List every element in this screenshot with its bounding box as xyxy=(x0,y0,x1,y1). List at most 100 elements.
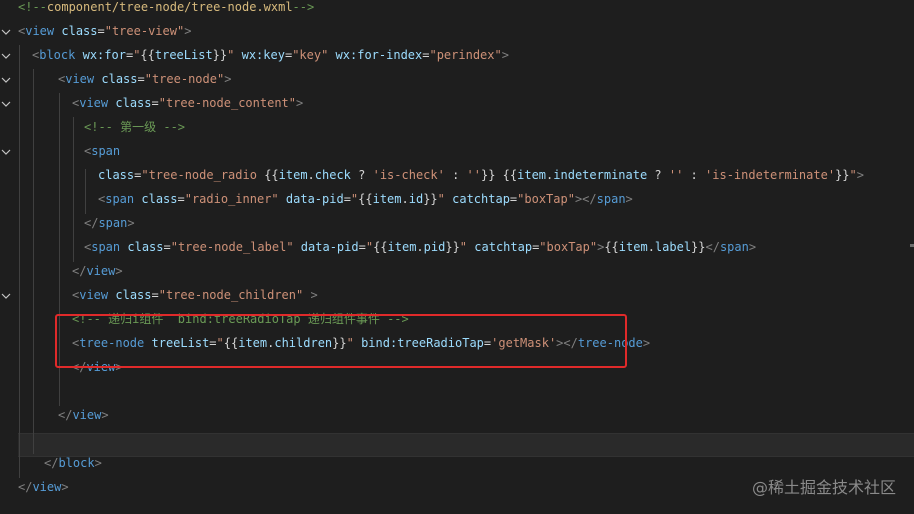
code-token: {{ xyxy=(358,192,373,206)
code-token: > xyxy=(94,456,102,470)
indent-guide xyxy=(19,45,20,478)
code-token: </ xyxy=(84,216,99,230)
code-token: class xyxy=(141,192,178,206)
code-token: {{ xyxy=(502,168,518,182)
code-token: "boxTap" xyxy=(539,240,598,254)
code-token: view xyxy=(79,96,109,110)
code-token: view xyxy=(79,288,109,302)
code-token: class xyxy=(101,72,138,86)
code-editor[interactable]: <!--component/tree-node/tree-node.wxml--… xyxy=(0,0,914,514)
code-token: "radio_inner" xyxy=(184,192,279,206)
code-token: --> xyxy=(292,0,315,14)
code-token: {{ xyxy=(264,168,279,182)
chevron-down-icon[interactable] xyxy=(0,146,12,158)
code-line[interactable]: <view class="tree-node_content"> xyxy=(72,91,303,115)
code-token: </ xyxy=(44,456,59,470)
code-token: "perindex" xyxy=(429,48,502,62)
code-line[interactable]: <view class="tree-node_children" > xyxy=(72,283,318,307)
code-token: id xyxy=(408,192,424,206)
indent-guide xyxy=(73,117,74,262)
code-token: pid xyxy=(423,240,446,254)
code-token: view xyxy=(86,264,116,278)
code-line[interactable]: </span> xyxy=(84,211,135,235)
code-line[interactable]: </view> xyxy=(18,475,69,499)
code-token: > xyxy=(127,216,135,230)
watermark-text: @稀土掘金技术社区 xyxy=(751,478,896,497)
code-line[interactable]: <span class="radio_inner" data-pid="{{it… xyxy=(98,187,633,211)
code-token: }} xyxy=(691,240,706,254)
code-token: item xyxy=(618,240,648,254)
code-token: data-pid xyxy=(300,240,359,254)
code-token: }} xyxy=(212,48,228,62)
code-token: "tree-node" xyxy=(144,72,225,86)
code-line[interactable]: </view> xyxy=(58,403,109,427)
code-line[interactable]: </block> xyxy=(44,451,102,475)
code-token: item xyxy=(387,240,417,254)
code-token: . xyxy=(401,192,409,206)
code-token: }} xyxy=(445,240,460,254)
code-token: . xyxy=(647,240,655,254)
current-line-highlight xyxy=(18,433,914,457)
code-line[interactable]: <block wx:for="{{treeList}}" wx:key="key… xyxy=(32,43,509,67)
code-line[interactable]: <!--component/tree-node/tree-node.wxml--… xyxy=(18,0,314,19)
highlight-annotation-box xyxy=(55,314,627,368)
code-line[interactable]: </view> xyxy=(72,259,123,283)
code-line[interactable]: <span class="tree-node_label" data-pid="… xyxy=(84,235,756,259)
code-token: ></ xyxy=(574,192,597,206)
code-token: wx:for xyxy=(82,48,126,62)
code-token: {{ xyxy=(373,240,388,254)
code-token: span xyxy=(105,192,135,206)
indent-guide xyxy=(33,69,34,454)
chevron-down-icon[interactable] xyxy=(0,98,12,110)
code-token: > xyxy=(101,408,109,422)
code-token: ? xyxy=(647,168,669,182)
code-token: {{ xyxy=(140,48,155,62)
code-line[interactable]: <view class="tree-view"> xyxy=(18,19,191,43)
code-token: class xyxy=(61,24,98,38)
code-token: class xyxy=(115,288,152,302)
code-token: "tree-node_label" xyxy=(170,240,294,254)
code-token: "key" xyxy=(292,48,329,62)
code-token: class xyxy=(115,96,152,110)
code-token: " xyxy=(437,192,445,206)
code-token: = xyxy=(343,192,351,206)
code-token: span xyxy=(98,216,128,230)
code-line[interactable]: class="tree-node_radio {{item.check ? 'i… xyxy=(98,163,864,187)
chevron-down-icon[interactable] xyxy=(0,50,12,62)
code-token: }} xyxy=(423,192,438,206)
code-token: item xyxy=(372,192,402,206)
fold-gutter xyxy=(0,0,16,514)
code-token: view xyxy=(65,72,95,86)
code-token: class xyxy=(127,240,164,254)
code-token: wx:for-index xyxy=(335,48,423,62)
code-line[interactable]: <view class="tree-node"> xyxy=(58,67,231,91)
code-token: </ xyxy=(18,480,33,494)
code-token: </ xyxy=(58,408,73,422)
code-token: data-pid xyxy=(285,192,344,206)
code-token: . xyxy=(307,168,315,182)
code-token: item xyxy=(517,168,547,182)
chevron-down-icon[interactable] xyxy=(0,26,12,38)
code-token: > xyxy=(501,48,509,62)
code-token: "tree-node_children" xyxy=(158,288,304,302)
code-token: > xyxy=(856,168,864,182)
code-token: > xyxy=(61,480,69,494)
code-token: item xyxy=(278,168,308,182)
code-line[interactable]: <span xyxy=(84,139,120,163)
code-token: catchtap xyxy=(452,192,510,206)
code-token: : xyxy=(444,168,467,182)
code-token: view xyxy=(25,24,55,38)
code-token: > xyxy=(115,264,123,278)
code-token: </ xyxy=(72,264,87,278)
code-token: label xyxy=(654,240,692,254)
chevron-down-icon[interactable] xyxy=(0,290,12,302)
code-token: > xyxy=(296,96,304,110)
code-token: 'is-indeterminate' xyxy=(705,168,836,182)
code-token: span xyxy=(91,240,121,254)
code-line[interactable]: <!-- 第一级 --> xyxy=(84,115,185,139)
code-token: span xyxy=(91,144,121,158)
scrollbar-marker[interactable] xyxy=(910,244,914,247)
chevron-down-icon[interactable] xyxy=(0,74,12,86)
